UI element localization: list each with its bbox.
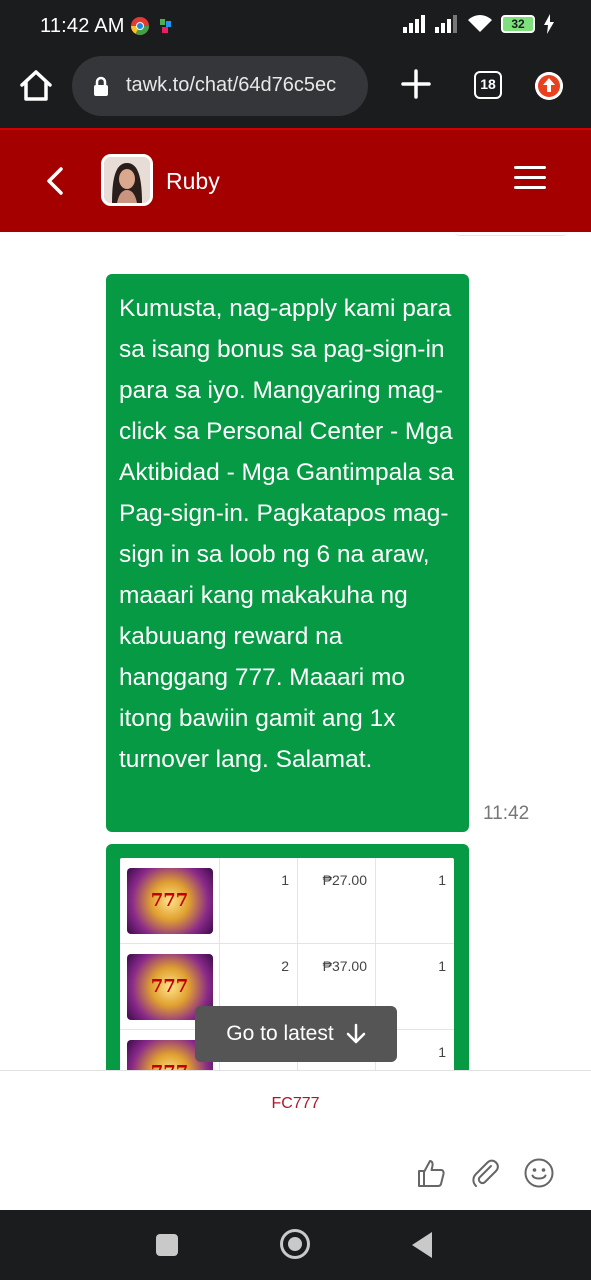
chat-messages[interactable]: Kumusta, nag-apply kami para sa isang bo… <box>0 232 591 1070</box>
footer-actions <box>415 1157 555 1189</box>
update-icon[interactable] <box>535 72 563 100</box>
tab-switcher-button[interactable]: 18 <box>474 71 502 99</box>
battery-icon: 32 <box>501 15 535 33</box>
emoji-icon[interactable] <box>523 1157 555 1189</box>
status-bar: 11:42 AM 32 <box>0 0 591 52</box>
attachment-icon[interactable] <box>469 1157 501 1189</box>
chat-footer: FC777 <box>0 1070 591 1210</box>
new-tab-icon[interactable] <box>398 66 434 102</box>
go-to-latest-label: Go to latest <box>226 1022 334 1045</box>
recent-apps-icon[interactable] <box>156 1234 178 1256</box>
status-right-icons: 32 <box>403 14 555 34</box>
message-bubble: Kumusta, nag-apply kami para sa isang bo… <box>106 274 469 832</box>
status-left-icons <box>130 16 174 36</box>
row-quantity: 1 <box>438 872 446 888</box>
url-text: tawk.to/chat/64d76c5ec <box>126 74 337 96</box>
chat-header: Ruby <box>0 128 591 232</box>
browser-toolbar: tawk.to/chat/64d76c5ec 18 <box>0 52 591 128</box>
go-to-latest-button[interactable]: Go to latest <box>195 1006 397 1062</box>
screen: 11:42 AM 32 tawk.to/chat/64d76c5ec 18 Ru… <box>0 0 591 1280</box>
previous-message-edge <box>455 232 567 236</box>
system-navigation-bar <box>0 1210 591 1280</box>
row-price: ₱27.00 <box>298 858 376 943</box>
avatar-portrait-icon <box>104 157 150 203</box>
message-text: Kumusta, nag-apply kami para sa isang bo… <box>119 295 454 773</box>
status-time: 11:42 AM <box>40 15 125 37</box>
home-icon[interactable] <box>16 66 56 106</box>
lock-icon <box>94 76 108 96</box>
address-bar[interactable]: tawk.to/chat/64d76c5ec <box>72 56 368 116</box>
slot-machine-icon <box>126 867 213 934</box>
message-timestamp: 11:42 <box>483 803 530 824</box>
menu-icon[interactable] <box>514 166 546 192</box>
thumbs-up-icon[interactable] <box>415 1157 447 1189</box>
row-number: 1 <box>220 858 298 943</box>
app-notification-icon <box>160 19 171 33</box>
back-nav-icon[interactable] <box>412 1232 432 1258</box>
wifi-icon <box>468 15 492 32</box>
signal-icon <box>403 15 425 33</box>
signal-icon <box>435 15 457 33</box>
agent-avatar <box>101 154 153 206</box>
back-arrow-icon[interactable] <box>40 162 70 200</box>
agent-name: Ruby <box>166 168 220 194</box>
home-nav-icon[interactable] <box>280 1229 310 1259</box>
arrow-down-icon <box>346 1023 365 1044</box>
table-row: 1 ₱27.00 1 <box>120 858 454 944</box>
brand-label: FC777 <box>271 1095 320 1112</box>
charging-icon <box>544 14 554 34</box>
chrome-icon <box>131 17 149 36</box>
